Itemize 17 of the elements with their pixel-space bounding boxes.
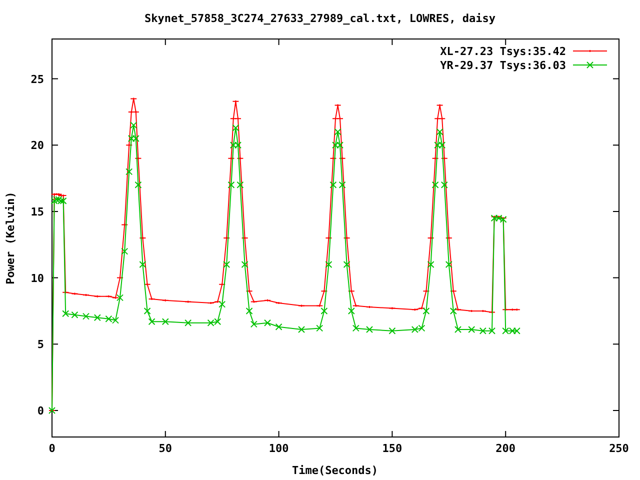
chart-title: Skynet_57858_3C274_27633_27989_cal.txt, LOWRES, daisy bbox=[144, 12, 496, 25]
tick-label: 150 bbox=[382, 442, 402, 455]
tick-label: 100 bbox=[268, 442, 289, 455]
tick-label: 15 bbox=[30, 205, 44, 218]
tick-label: 20 bbox=[30, 139, 44, 152]
tick-label: 200 bbox=[496, 442, 516, 455]
tick-label: 10 bbox=[30, 272, 44, 285]
tick-label: 0 bbox=[37, 404, 44, 418]
legend-label: XL-27.23 Tsys:35.42 bbox=[440, 45, 566, 58]
tick-label: 0 bbox=[48, 442, 56, 455]
tick-label: 250 bbox=[609, 442, 629, 455]
x-axis-label: Time(Seconds) bbox=[292, 464, 378, 477]
tick-label: 50 bbox=[158, 442, 172, 455]
legend-label: YR-29.37 Tsys:36.03 bbox=[440, 59, 566, 72]
y-axis-label: Power (Kelvin) bbox=[4, 192, 17, 284]
tick-label: 5 bbox=[37, 338, 44, 352]
tick-label: 25 bbox=[30, 72, 44, 86]
